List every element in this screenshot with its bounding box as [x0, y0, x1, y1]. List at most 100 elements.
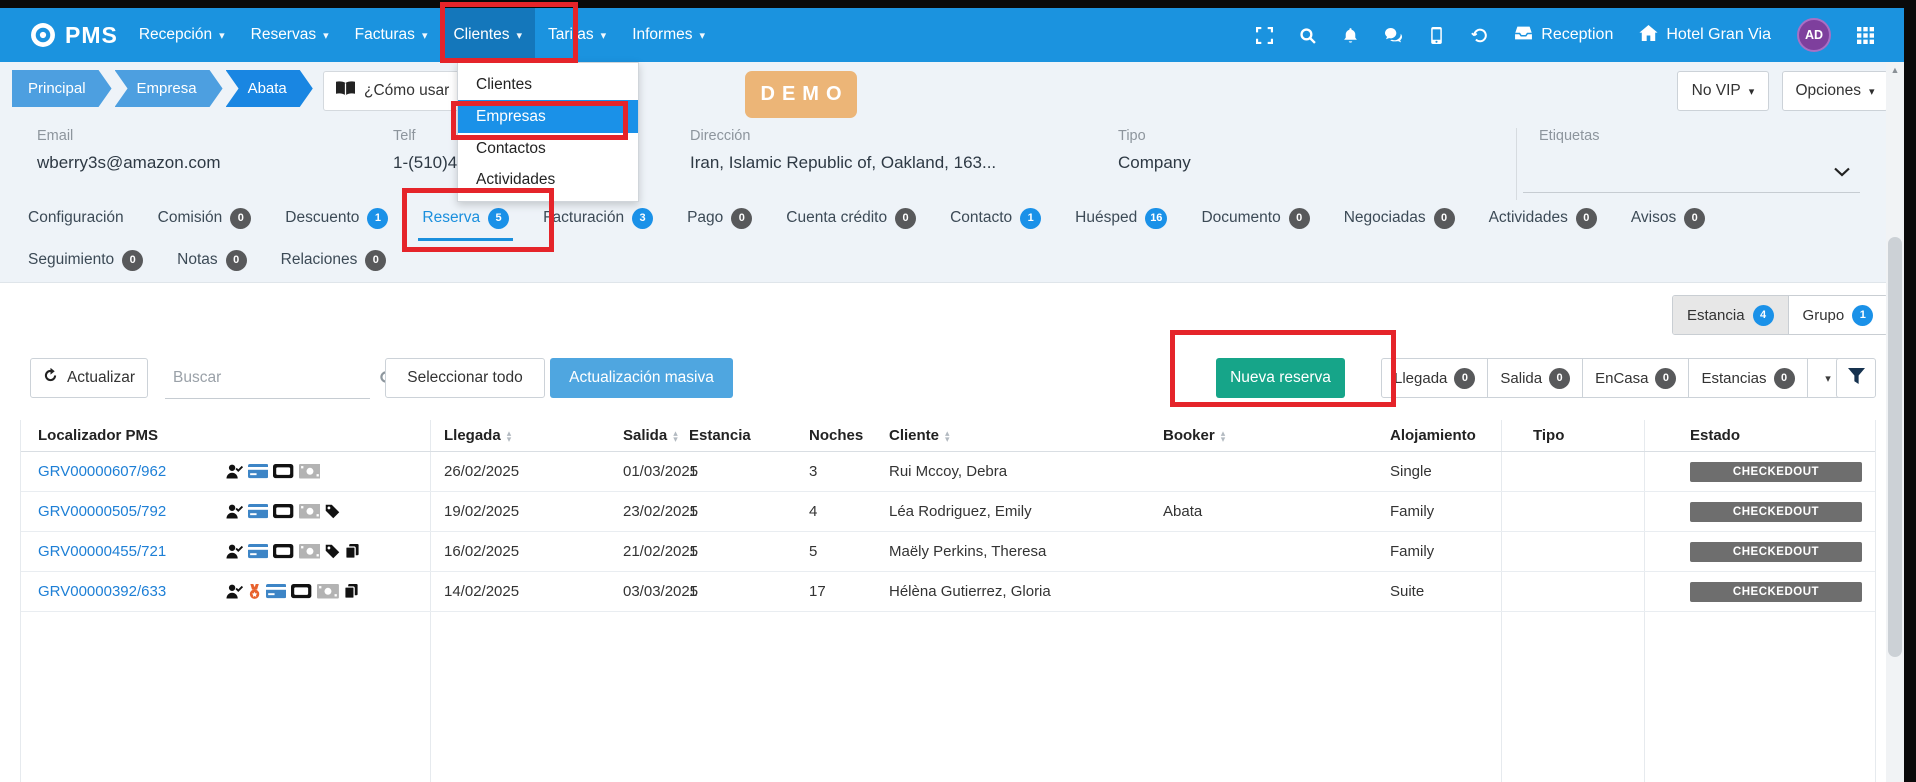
breadcrumb-item-principal[interactable]: Principal	[12, 70, 112, 107]
medal-icon	[248, 584, 261, 599]
tab-negociadas[interactable]: Negociadas0	[1344, 206, 1455, 230]
nav-item-recepcion[interactable]: Recepción▾	[126, 8, 238, 62]
tab-reserva[interactable]: Reserva 5	[422, 206, 509, 230]
column-header-llegada[interactable]: Llegada▴▾	[431, 420, 611, 451]
tab-seguimiento[interactable]: Seguimiento0	[28, 248, 143, 272]
dropdown-item-actividades[interactable]: Actividades	[458, 164, 638, 195]
apps-grid-icon[interactable]	[1857, 27, 1874, 44]
vertical-scrollbar[interactable]: ▲	[1886, 62, 1904, 782]
nav-item-reservas[interactable]: Reservas▾	[238, 8, 342, 62]
phone-label: Telf	[393, 128, 457, 144]
table-row[interactable]: GRV00000455/72116/02/202521/02/202515Maë…	[21, 532, 1875, 572]
table-row[interactable]: GRV00000505/79219/02/202523/02/202514Léa…	[21, 492, 1875, 532]
tab-actividades[interactable]: Actividades0	[1489, 206, 1597, 230]
column-label: Noches	[809, 427, 863, 444]
history-icon[interactable]	[1471, 27, 1488, 44]
filter-button[interactable]	[1836, 358, 1876, 398]
tab-relaciones[interactable]: Relaciones0	[281, 248, 387, 272]
tab-pago[interactable]: Pago0	[687, 206, 752, 230]
cell-value: Rui Mccoy, Debra	[889, 463, 1007, 480]
reservation-link[interactable]: GRV00000392/633	[38, 583, 226, 600]
filter-salida[interactable]: Salida0	[1488, 358, 1583, 398]
tab-label: Reserva	[422, 209, 480, 227]
select-all-button[interactable]: Seleccionar todo	[385, 358, 545, 398]
toggle-estancia[interactable]: Estancia4	[1673, 296, 1789, 334]
client-tabs-row1: Configuración Comisión0 Descuento1 Reserva 5…	[28, 206, 1705, 230]
bulk-update-button[interactable]: Actualización masiva	[550, 358, 733, 398]
scrollbar-thumb[interactable]	[1888, 237, 1902, 657]
chevron-down-icon: ▾	[700, 29, 706, 42]
chevron-down-icon[interactable]	[1834, 164, 1850, 182]
fullscreen-icon[interactable]	[1256, 27, 1273, 44]
toggle-grupo[interactable]: Grupo1	[1789, 296, 1888, 334]
nav-item-informes[interactable]: Informes▾	[619, 8, 718, 62]
column-header-cliente[interactable]: Cliente▴▾	[881, 420, 1156, 451]
dropdown-item-empresas[interactable]: Empresas	[458, 100, 638, 133]
dropdown-item-contactos[interactable]: Contactos	[458, 133, 638, 164]
tab-notas[interactable]: Notas0	[177, 248, 247, 272]
vip-label: No VIP	[1692, 82, 1741, 100]
client-tabs-row2: Seguimiento0 Notas0 Relaciones0	[28, 248, 386, 272]
type-cell	[1501, 492, 1645, 531]
chat-icon[interactable]	[1385, 27, 1402, 44]
sort-icon[interactable]: ▴▾	[507, 430, 512, 442]
app-logo[interactable]: PMS	[0, 8, 118, 62]
filter-llegada[interactable]: Llegada0	[1381, 358, 1488, 398]
bell-icon[interactable]	[1342, 27, 1359, 44]
sort-icon[interactable]: ▴▾	[1221, 430, 1226, 442]
stay-cell: 1	[683, 492, 795, 531]
arrival-cell: 14/02/2025	[431, 572, 611, 611]
tab-documento[interactable]: Documento0	[1201, 206, 1309, 230]
tab-label: Pago	[687, 209, 723, 227]
tab-contacto[interactable]: Contacto1	[950, 206, 1041, 230]
dropdown-item-clientes[interactable]: Clientes	[458, 69, 638, 100]
table-row[interactable]: GRV00000392/63314/02/202503/03/2025117Hé…	[21, 572, 1875, 612]
booker-cell	[1156, 572, 1388, 611]
chevron-down-icon: ▾	[219, 29, 225, 42]
mobile-icon[interactable]	[1428, 27, 1445, 44]
sort-icon[interactable]: ▴▾	[673, 430, 678, 442]
options-dropdown-button[interactable]: Opciones ▾	[1782, 71, 1888, 111]
vip-dropdown-button[interactable]: No VIP ▾	[1677, 71, 1769, 111]
credit-card-icon	[248, 464, 268, 479]
breadcrumb-item-abata[interactable]: Abata	[226, 70, 313, 107]
count-badge: 1	[367, 208, 388, 229]
user-avatar[interactable]: AD	[1797, 18, 1831, 52]
nav-item-facturas[interactable]: Facturas▾	[342, 8, 441, 62]
column-header-estancia: Estancia	[683, 420, 795, 451]
tab-facturacion[interactable]: Facturación3	[543, 206, 653, 230]
nav-item-clientes[interactable]: Clientes▾	[440, 8, 535, 62]
tags-field[interactable]: Etiquetas	[1516, 128, 1876, 200]
column-header-salida[interactable]: Salida▴▾	[611, 420, 683, 451]
reservation-link[interactable]: GRV00000455/721	[38, 543, 226, 560]
search-input[interactable]	[165, 369, 373, 387]
address-value: Iran, Islamic Republic of, Oakland, 163.…	[690, 153, 996, 173]
column-header-booker[interactable]: Booker▴▾	[1156, 420, 1388, 451]
type-value: Company	[1118, 153, 1191, 173]
inbox-reception-button[interactable]: Reception	[1514, 25, 1613, 46]
refresh-button[interactable]: Actualizar	[30, 358, 148, 398]
reservation-link[interactable]: GRV00000607/962	[38, 463, 226, 480]
filter-encasa[interactable]: EnCasa0	[1583, 358, 1689, 398]
nav-item-label: Reservas	[251, 26, 316, 44]
count-badge: 0	[1655, 368, 1676, 389]
filter-estancias[interactable]: Estancias 0	[1689, 358, 1807, 398]
sort-icon[interactable]: ▴▾	[945, 430, 950, 442]
count-badge: 5	[488, 208, 509, 229]
hotel-selector-button[interactable]: Hotel Gran Via	[1639, 25, 1771, 46]
reservation-link[interactable]: GRV00000505/792	[38, 503, 226, 520]
count-badge: 0	[1774, 368, 1795, 389]
scrollbar-up-arrow[interactable]: ▲	[1886, 65, 1904, 75]
tab-configuracion[interactable]: Configuración	[28, 206, 124, 230]
table-row[interactable]: GRV00000607/96226/02/202501/03/202513Rui…	[21, 452, 1875, 492]
tab-avisos[interactable]: Avisos0	[1631, 206, 1705, 230]
tab-comision[interactable]: Comisión0	[158, 206, 252, 230]
breadcrumb-item-empresa[interactable]: Empresa	[115, 70, 223, 107]
tab-huesped[interactable]: Huésped16	[1075, 206, 1167, 230]
new-reservation-button[interactable]: Nueva reserva	[1216, 358, 1345, 398]
filter-label: Estancias	[1701, 370, 1766, 387]
tab-descuento[interactable]: Descuento1	[285, 206, 388, 230]
nav-item-tarifas[interactable]: Tarifas▾	[535, 8, 619, 62]
tab-cuenta-credito[interactable]: Cuenta crédito0	[786, 206, 916, 230]
search-icon[interactable]	[1299, 27, 1316, 44]
